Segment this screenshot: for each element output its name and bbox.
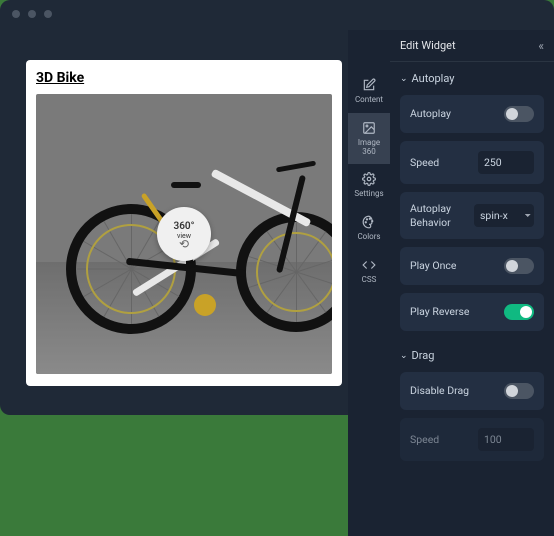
tab-image-360[interactable]: Image 360 — [348, 113, 390, 165]
window-dot — [12, 10, 20, 18]
image-360-viewer[interactable]: 360° view ⟲ — [36, 94, 332, 374]
section-header-drag[interactable]: ⌄ Drag — [400, 349, 544, 362]
row-speed: Speed — [400, 141, 544, 184]
row-disable-drag: Disable Drag — [400, 372, 544, 410]
tab-settings[interactable]: Settings — [348, 164, 390, 207]
section-drag: ⌄ Drag Disable Drag Speed — [390, 339, 554, 469]
panel-header: Edit Widget « — [390, 30, 554, 62]
tab-label: Image 360 — [358, 139, 380, 157]
image-icon — [362, 121, 376, 135]
control-label: Speed — [410, 156, 478, 170]
palette-icon — [362, 215, 376, 229]
section-autoplay: ⌄ Autoplay Autoplay Speed Autoplay Behav… — [390, 62, 554, 339]
tab-label: Content — [355, 96, 383, 105]
play-reverse-toggle[interactable] — [504, 304, 534, 320]
edit-widget-panel: Content Image 360 Settings Colors CSS Ed… — [348, 30, 554, 536]
rotate-arrows-icon: ⟲ — [179, 240, 189, 248]
speed-input[interactable] — [478, 151, 534, 174]
control-label: Autoplay — [410, 107, 504, 121]
disable-drag-toggle[interactable] — [504, 383, 534, 399]
row-autoplay-behavior: Autoplay Behavior spin-x — [400, 192, 544, 239]
drag-speed-input[interactable] — [478, 428, 534, 451]
panel-title: Edit Widget — [400, 39, 456, 52]
control-label: Play Reverse — [410, 305, 504, 319]
tab-label: Colors — [357, 233, 380, 242]
panel-tabs: Content Image 360 Settings Colors CSS — [348, 30, 390, 536]
control-label: Disable Drag — [410, 384, 504, 398]
canvas-card: 3D Bike 360° view ⟲ — [26, 60, 342, 386]
gear-icon — [362, 172, 376, 186]
tab-content[interactable]: Content — [348, 70, 390, 113]
panel-body: Edit Widget « ⌄ Autoplay Autoplay Speed … — [390, 30, 554, 536]
titlebar — [0, 0, 554, 28]
row-play-reverse: Play Reverse — [400, 293, 544, 331]
chevron-down-icon: ⌄ — [400, 351, 408, 361]
tab-colors[interactable]: Colors — [348, 207, 390, 250]
autoplay-toggle[interactable] — [504, 106, 534, 122]
badge-degree: 360° — [173, 221, 194, 232]
tab-label: Settings — [354, 190, 383, 199]
collapse-panel-icon[interactable]: « — [538, 39, 544, 53]
play-once-toggle[interactable] — [504, 258, 534, 274]
tab-css[interactable]: CSS — [348, 250, 390, 293]
control-label: Play Once — [410, 259, 504, 273]
section-header-autoplay[interactable]: ⌄ Autoplay — [400, 72, 544, 85]
row-drag-speed: Speed — [400, 418, 544, 461]
code-icon — [362, 258, 376, 272]
row-autoplay: Autoplay — [400, 95, 544, 133]
window-dot — [44, 10, 52, 18]
360-view-badge[interactable]: 360° view ⟲ — [157, 207, 211, 261]
tab-label: CSS — [362, 276, 377, 285]
section-title: Autoplay — [412, 72, 455, 85]
canvas-title: 3D Bike — [36, 70, 332, 86]
edit-icon — [362, 78, 376, 92]
chevron-down-icon: ⌄ — [400, 74, 408, 84]
control-label: Autoplay Behavior — [410, 202, 474, 229]
section-title: Drag — [412, 349, 435, 362]
control-label: Speed — [410, 433, 478, 447]
row-play-once: Play Once — [400, 247, 544, 285]
window-dot — [28, 10, 36, 18]
autoplay-behavior-select[interactable]: spin-x — [474, 204, 534, 227]
